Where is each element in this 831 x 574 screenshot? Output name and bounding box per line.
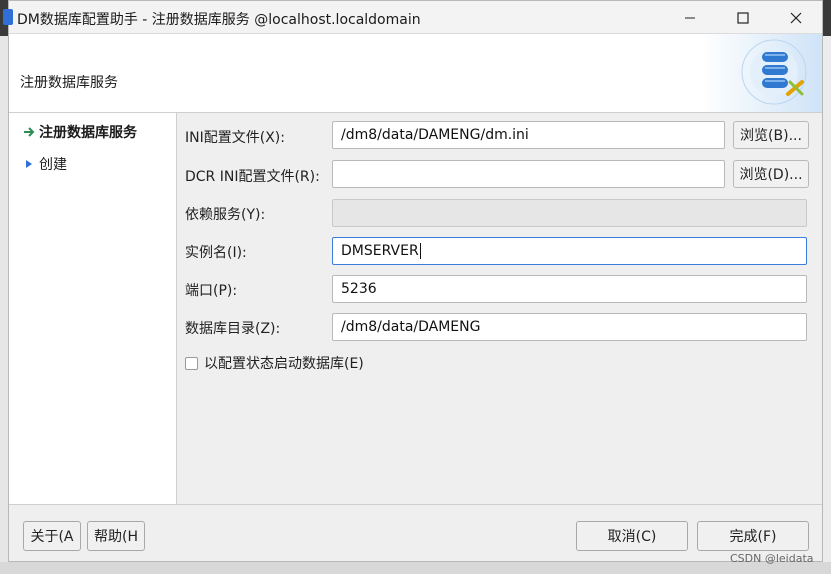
port-value: 5236 [341, 281, 377, 297]
service-form: INI配置文件(X): /dm8/data/DAMENG/dm.ini 浏览(B… [177, 113, 822, 504]
nav-item-label: 创建 [39, 157, 67, 173]
instance-name-input[interactable]: DMSERVER [332, 237, 807, 265]
nav-item-label: 注册数据库服务 [39, 125, 137, 141]
triangle-right-icon [21, 159, 37, 169]
instance-name-label: 实例名(I): [185, 245, 247, 261]
start-in-config-state-option[interactable]: 以配置状态启动数据库(E) [185, 353, 364, 373]
background-bottom-edge [0, 562, 831, 574]
finish-button[interactable]: 完成(F) [697, 521, 809, 551]
window-title: DM数据库配置助手 - 注册数据库服务 @localhost.localdoma… [17, 12, 421, 28]
db-directory-value: /dm8/data/DAMENG [341, 319, 481, 335]
about-button[interactable]: 关于(A [23, 521, 81, 551]
maximize-button[interactable] [716, 1, 769, 34]
ini-browse-button[interactable]: 浏览(B)... [733, 121, 809, 149]
db-directory-input[interactable]: /dm8/data/DAMENG [332, 313, 807, 341]
ini-file-label: INI配置文件(X): [185, 130, 285, 146]
dcr-ini-file-label: DCR INI配置文件(R): [185, 169, 320, 185]
app-icon [3, 9, 13, 25]
watermark-text: CSDN @leidata [730, 552, 814, 565]
minimize-button[interactable] [663, 1, 716, 34]
port-input[interactable]: 5236 [332, 275, 807, 303]
port-label: 端口(P): [185, 283, 238, 299]
maximize-icon [736, 11, 749, 24]
dependent-service-label: 依赖服务(Y): [185, 207, 266, 223]
start-config-checkbox[interactable] [185, 356, 198, 370]
ini-file-value: /dm8/data/DAMENG/dm.ini [341, 127, 529, 143]
config-assistant-window: DM数据库配置助手 - 注册数据库服务 @localhost.localdoma… [3, 0, 823, 562]
minimize-icon [684, 12, 696, 24]
wizard-steps-nav: 注册数据库服务 创建 [9, 113, 177, 504]
wizard-header: 注册数据库服务 [9, 34, 822, 113]
instance-name-value: DMSERVER [341, 243, 419, 259]
close-button[interactable] [769, 1, 822, 34]
ini-file-input[interactable]: /dm8/data/DAMENG/dm.ini [332, 121, 725, 149]
wizard-footer: 关于(A 帮助(H 取消(C) 完成(F) [9, 504, 822, 561]
close-icon [790, 12, 802, 24]
nav-item-register-service[interactable]: 注册数据库服务 [21, 122, 137, 142]
title-bar[interactable]: DM数据库配置助手 - 注册数据库服务 @localhost.localdoma… [3, 1, 822, 34]
database-icon [702, 34, 822, 112]
arrow-right-icon [21, 127, 37, 137]
start-config-checkbox-label: 以配置状态启动数据库(E) [204, 356, 364, 372]
dependent-service-input [332, 199, 807, 227]
db-directory-label: 数据库目录(Z): [185, 321, 281, 337]
text-caret [419, 243, 421, 259]
nav-item-create[interactable]: 创建 [21, 154, 67, 174]
background-left-edge [0, 36, 8, 562]
page-title: 注册数据库服务 [20, 75, 118, 91]
cancel-button[interactable]: 取消(C) [576, 521, 688, 551]
background-right-edge [822, 36, 831, 562]
dcr-ini-file-input[interactable] [332, 160, 725, 188]
dcr-browse-button[interactable]: 浏览(D)... [733, 160, 809, 188]
help-button[interactable]: 帮助(H [87, 521, 145, 551]
